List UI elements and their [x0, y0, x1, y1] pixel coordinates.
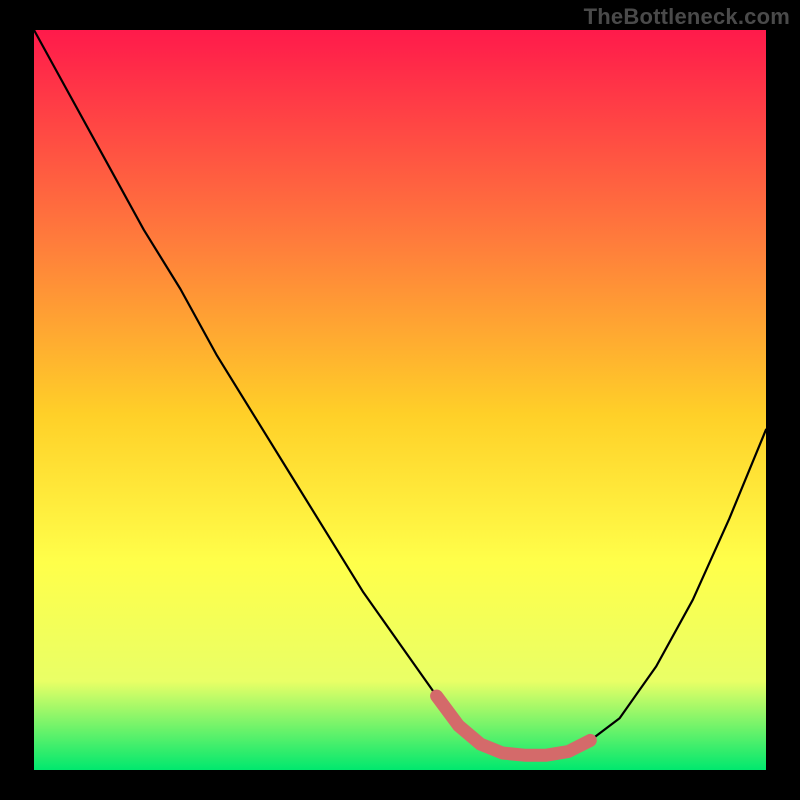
bottleneck-chart — [0, 0, 800, 800]
plot-background — [34, 30, 766, 770]
chart-frame: TheBottleneck.com — [0, 0, 800, 800]
